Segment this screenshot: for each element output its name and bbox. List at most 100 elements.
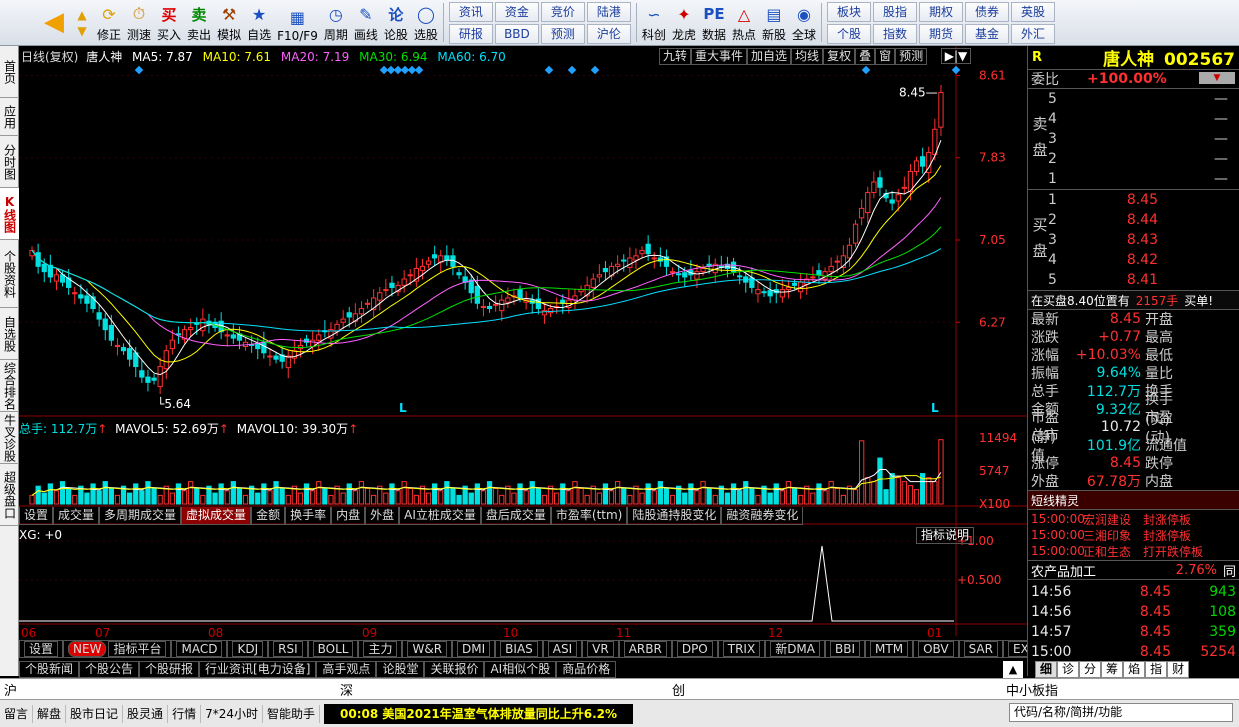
tb1-button-9[interactable]: 论论股 — [381, 0, 411, 45]
tb1-button-8[interactable]: ✎ 画线 — [351, 0, 381, 45]
indicator-tab[interactable]: MACD — [171, 640, 228, 658]
indicator-tab[interactable]: 主力 — [358, 640, 403, 658]
toolbar-grid2-item[interactable]: 外汇 — [1011, 23, 1056, 44]
sidebar-item-4[interactable]: 个股资料 — [0, 240, 19, 308]
toolbar-grid1-item[interactable]: 资金 — [494, 1, 539, 22]
news-sub-tab[interactable]: 行业资讯[电力设备] — [199, 661, 317, 678]
short-spirit-header[interactable]: 短线精灵 — [1028, 491, 1239, 510]
toolbar-grid1-item[interactable]: BBD — [494, 23, 539, 44]
industry-row[interactable]: 农产品加工 2.76% 同 — [1028, 561, 1239, 580]
volume-panel-tab[interactable]: 融资融券变化 — [721, 507, 804, 525]
statusbar-item[interactable]: 智能助手 — [263, 704, 320, 723]
indicator-tab[interactable]: VR — [582, 640, 619, 658]
indicator-tab[interactable]: 新DMA — [765, 640, 825, 658]
chart-expand-icon[interactable]: ▶|▼ — [941, 48, 971, 64]
news-sub-tab[interactable]: AI相似个股 — [484, 661, 557, 678]
chart-tab-1[interactable]: 重大事件 — [691, 48, 748, 65]
right-tab[interactable]: 分 — [1079, 661, 1102, 678]
buys-level-row[interactable]: 3 8.43 — [1028, 230, 1239, 250]
sidebar-item-1[interactable]: 应用 — [0, 98, 19, 136]
tb1-button-5[interactable]: ★ 自选 — [244, 0, 274, 45]
right-tab[interactable]: 指 — [1145, 661, 1168, 678]
sidebar-item-6[interactable]: 综合排名 — [0, 360, 19, 412]
indicator-tab[interactable]: NEW 指标平台 — [63, 640, 172, 658]
sells-level-row[interactable]: 4— — [1028, 109, 1239, 129]
market-sh[interactable]: 沪 — [0, 680, 336, 699]
indicator-tab[interactable]: ASI — [542, 640, 583, 658]
market-zxb[interactable]: 中小板指 — [1002, 680, 1062, 699]
right-tab[interactable]: 焰 — [1123, 661, 1146, 678]
sidebar-item-5[interactable]: 自选股 — [0, 308, 19, 360]
search-input[interactable]: 代码/名称/简拼/功能 — [1009, 703, 1233, 722]
short-spirit-item[interactable]: 15:00:00 宏润建设 封涨停板 — [1028, 511, 1239, 527]
short-spirit-item[interactable]: 15:00:00 正和生态 打开跌停板 — [1028, 543, 1239, 559]
volume-panel-tab[interactable]: 市盈率(ttm) — [550, 507, 628, 525]
chart-tab-4[interactable]: 复权 — [823, 48, 856, 65]
sells-level-row[interactable]: 3— — [1028, 129, 1239, 149]
toolbar-grid2-item[interactable]: 债券 — [965, 1, 1010, 22]
volume-panel-tab[interactable]: 内盘 — [331, 507, 366, 525]
statusbar-item[interactable]: 7*24小时 — [201, 704, 263, 723]
toolbar-grid2-item[interactable]: 英股 — [1011, 1, 1056, 22]
buys-level-row[interactable]: 1 8.45 — [1028, 190, 1239, 210]
volume-panel-tab[interactable]: 换手率 — [285, 507, 332, 525]
tb2-button-2[interactable]: PE 数据 — [699, 0, 729, 45]
news-sub-tab[interactable]: 个股研报 — [139, 661, 200, 678]
buys-level-row[interactable]: 4 8.42 — [1028, 250, 1239, 270]
news-sub-tab[interactable]: 商品价格 — [556, 661, 617, 678]
toolbar-grid1-item[interactable]: 沪伦 — [586, 23, 631, 44]
chart-tab-5[interactable]: 叠 — [855, 48, 876, 65]
news-sub-tab[interactable]: 论股堂 — [376, 661, 425, 678]
indicator-tab[interactable]: RSI — [268, 640, 308, 658]
tb1-button-7[interactable]: ◷ 周期 — [321, 0, 351, 45]
statusbar-item[interactable]: 留言 — [0, 704, 34, 723]
sells-level-row[interactable]: 1— — [1028, 169, 1239, 189]
indicator-tab[interactable]: BOLL — [307, 640, 359, 658]
sidebar-item-7[interactable]: 牛叉诊股 — [0, 412, 19, 464]
logo-button[interactable] — [0, 0, 38, 45]
tb2-button-4[interactable]: ▤ 新股 — [759, 0, 789, 45]
sells-level-row[interactable]: 2— — [1028, 149, 1239, 169]
news-sub-tab[interactable]: 关联报价 — [424, 661, 485, 678]
news-sub-tab[interactable]: 高手观点 — [316, 661, 377, 678]
toolbar-grid2-item[interactable]: 个股 — [827, 23, 872, 44]
indicator-tab[interactable]: BBI — [825, 640, 866, 658]
volume-panel-tab[interactable]: 盘后成交量 — [480, 507, 551, 525]
toolbar-grid2-item[interactable]: 指数 — [873, 23, 918, 44]
market-sz[interactable]: 深 — [336, 680, 668, 699]
indicator-tab[interactable]: DPO — [671, 640, 718, 658]
tb1-button-4[interactable]: ⚒ 模拟 — [214, 0, 244, 45]
sidebar-item-0[interactable]: 首页 — [0, 46, 19, 98]
toolbar-grid2-item[interactable]: 股指 — [873, 1, 918, 22]
indicator-tab[interactable]: KDJ — [227, 640, 269, 658]
tb1-button-10[interactable]: ◯ 选股 — [411, 0, 441, 45]
chart-tab-0[interactable]: 九转 — [659, 48, 692, 65]
tb2-button-5[interactable]: ◉ 全球 — [789, 0, 819, 45]
news-sub-tab[interactable]: 个股新闻 — [19, 661, 80, 678]
news-sub-tab[interactable]: 个股公告 — [79, 661, 140, 678]
up-down-button[interactable]: ▲ ▼ — [70, 0, 94, 45]
right-tab[interactable]: 细 — [1035, 661, 1058, 678]
buys-level-row[interactable]: 5 8.41 — [1028, 270, 1239, 290]
tb1-button-1[interactable]: ⏱ 测速 — [124, 0, 154, 45]
toolbar-grid1-item[interactable]: 研报 — [448, 23, 493, 44]
right-tab[interactable]: 筹 — [1101, 661, 1124, 678]
toolbar-grid2-item[interactable]: 期权 — [919, 1, 964, 22]
volume-panel-tab[interactable]: AI立桩成交量 — [399, 507, 481, 525]
collapse-icon[interactable]: ▼ — [1199, 72, 1235, 84]
back-button[interactable]: ◀ — [38, 0, 70, 45]
toolbar-grid1-item[interactable]: 预测 — [540, 23, 585, 44]
volume-panel-tab[interactable]: 虚拟成交量 — [181, 507, 252, 525]
volume-panel-tab[interactable]: 成交量 — [53, 507, 100, 525]
tb1-button-2[interactable]: 买买入 — [154, 0, 184, 45]
chart-tab-3[interactable]: 均线 — [791, 48, 824, 65]
right-tab[interactable]: 财 — [1167, 661, 1190, 678]
chart-tab-2[interactable]: 加自选 — [747, 48, 792, 65]
news-ticker[interactable]: 00:08 美国2021年温室气体排放量同比上升6.2% — [324, 703, 634, 724]
sells-level-row[interactable]: 5— — [1028, 89, 1239, 109]
tb1-button-0[interactable]: ⟳ 修正 — [94, 0, 124, 45]
statusbar-item[interactable]: 行情 — [168, 704, 202, 723]
market-cy[interactable]: 创 — [668, 680, 1002, 699]
toolbar-grid1-item[interactable]: 资讯 — [448, 1, 493, 22]
tb2-button-0[interactable]: ∽ 科创 — [639, 0, 669, 45]
